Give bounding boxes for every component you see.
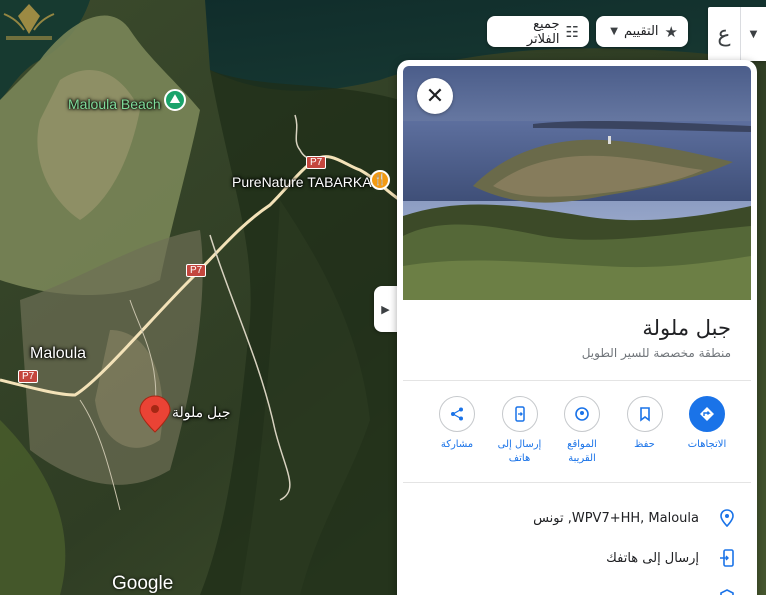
road-badge: P7 [186, 264, 207, 277]
nearby-icon [564, 396, 600, 432]
beach-label[interactable]: Maloula Beach [68, 96, 161, 112]
landscape-photo [403, 66, 751, 300]
action-bar: الاتجاهات حفظ المواقع القريبة إرسال إلى … [427, 396, 737, 466]
place-label[interactable]: جبل ملولة [172, 404, 231, 421]
all-filters-button[interactable]: ☷ جميع الفلاتر [487, 16, 589, 47]
caret-down-icon: ▼ [610, 26, 618, 37]
share-icon [439, 396, 475, 432]
watermark-logo [3, 4, 55, 40]
bookmark-icon [626, 396, 663, 432]
divider [403, 482, 751, 483]
place-panel: ✕ جبل ملولة منطقة مخصصة للسير الطويل الا… [397, 60, 757, 595]
place-title: جبل ملولة [642, 316, 731, 340]
google-logo: Google [112, 573, 174, 594]
chevron-right-icon: ▶ [381, 302, 390, 316]
place-photo[interactable]: ✕ [403, 66, 751, 300]
send-to-phone-row[interactable]: إرسال إلى هاتفك [403, 539, 751, 577]
sliders-icon: ☷ [565, 22, 579, 41]
road-badge: P7 [306, 156, 327, 169]
shield-icon [703, 589, 751, 595]
location-pin-icon [703, 509, 751, 527]
save-label: حفظ [634, 439, 655, 450]
rating-label: التقييم [623, 24, 659, 39]
send-to-phone-text: إرسال إلى هاتفك [606, 550, 699, 566]
hiking-icon[interactable]: ⛰ [164, 89, 186, 111]
rating-filter-button[interactable]: ★ التقييم ▼ [596, 16, 688, 47]
close-icon: ✕ [425, 83, 445, 109]
nearby-button[interactable]: المواقع القريبة [552, 396, 612, 466]
road-badge: P7 [18, 370, 39, 383]
directions-icon [689, 396, 725, 432]
address-row[interactable]: WPV7+HH, Maloula, تونس [403, 499, 751, 537]
star-icon: ★ [664, 22, 678, 41]
city-label[interactable]: Maloula [30, 345, 86, 363]
place-category[interactable]: منطقة مخصصة للسير الطويل [582, 346, 731, 360]
restaurant-label[interactable]: PureNature TABARKA [232, 174, 372, 190]
phone-send-icon [703, 549, 751, 567]
send-to-phone-button[interactable]: إرسال إلى هاتف [490, 396, 550, 466]
language-letter[interactable]: ع [708, 7, 741, 61]
directions-button[interactable]: الاتجاهات [677, 396, 737, 466]
send-to-phone-icon [501, 396, 538, 432]
share-button[interactable]: مشاركة [427, 396, 487, 466]
send-to-phone-label: إرسال إلى هاتف [497, 439, 542, 464]
fork-knife-icon[interactable]: 🍴 [370, 170, 390, 190]
address-text: WPV7+HH, Maloula, تونس [533, 510, 699, 526]
caret-down-icon[interactable]: ▼ [741, 7, 766, 61]
divider [403, 380, 751, 381]
close-button[interactable]: ✕ [417, 78, 453, 114]
save-button[interactable]: حفظ [615, 396, 675, 466]
claim-business-row[interactable] [403, 579, 751, 595]
nearby-label: المواقع القريبة [567, 439, 597, 464]
collapse-panel-button[interactable]: ▶ [374, 286, 397, 332]
directions-label: الاتجاهات [687, 439, 727, 450]
input-tools-button[interactable]: ع ▼ [708, 7, 766, 61]
all-filters-label: جميع الفلاتر [526, 16, 560, 47]
share-label: مشاركة [440, 439, 474, 450]
